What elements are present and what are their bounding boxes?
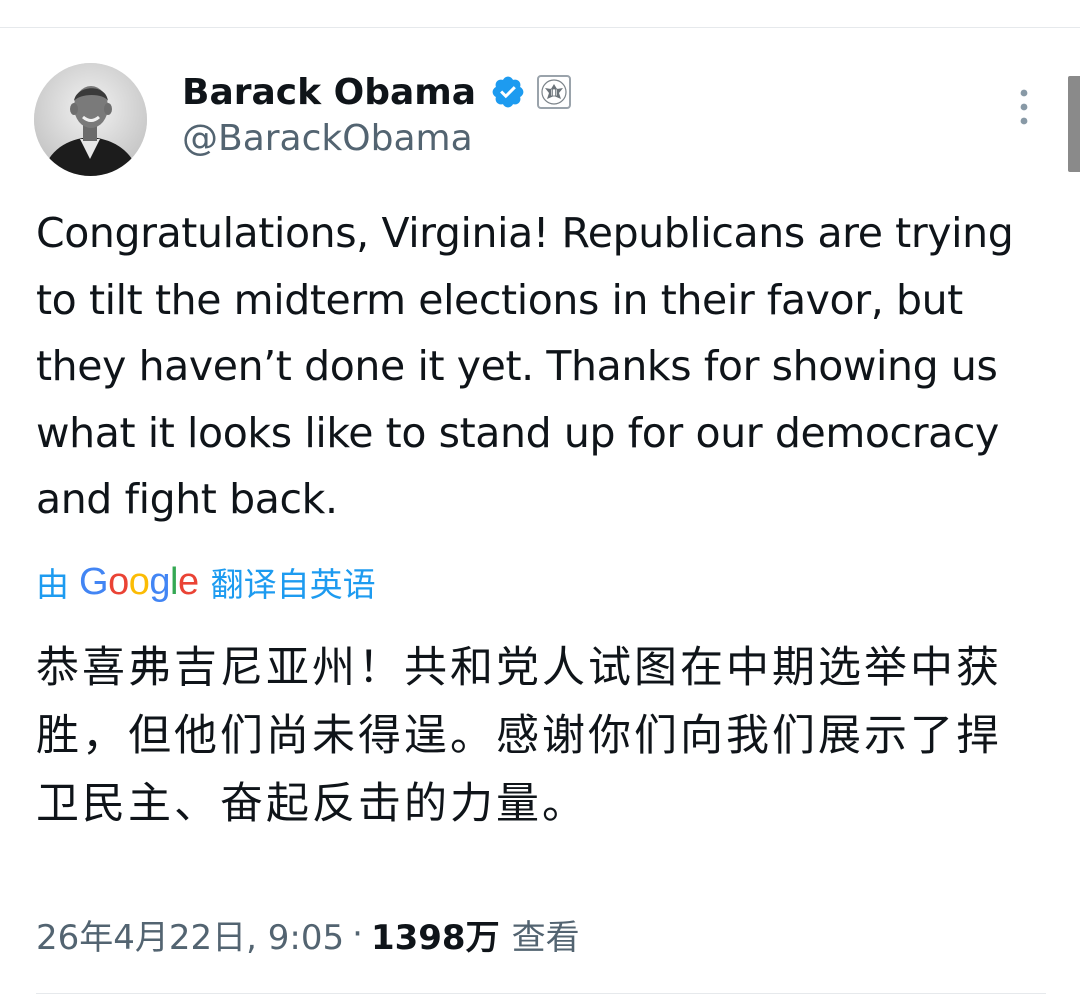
profile-photo-icon	[34, 63, 147, 176]
translated-by-label: 由	[36, 565, 69, 604]
government-seal-icon[interactable]	[537, 75, 572, 109]
top-divider	[0, 27, 1080, 28]
translation-attribution[interactable]: 由 Google 翻译自英语	[36, 558, 376, 606]
google-logo: Google	[79, 560, 199, 603]
views-label: 查看	[511, 917, 580, 958]
tweet-text: Congratulations, Virginia! Republicans a…	[36, 209, 1014, 523]
more-options-icon[interactable]	[1010, 85, 1038, 129]
author-handle[interactable]: @BarackObama	[182, 118, 473, 159]
tweet-meta: 26年4月22日, 9:05 · 1398万 查看	[36, 906, 580, 962]
meta-separator: ·	[352, 914, 363, 954]
bottom-divider	[36, 993, 1046, 994]
author-name-row: Barack Obama	[182, 64, 572, 120]
display-name[interactable]: Barack Obama	[182, 72, 476, 113]
scrollbar[interactable]	[1068, 76, 1080, 172]
views-count: 1398万	[370, 917, 500, 958]
avatar[interactable]	[34, 63, 147, 176]
translated-tweet-text: 恭喜弗吉尼亚州！共和党人试图在中期选举中获胜，但他们尚未得逞。感谢你们向我们展示…	[36, 643, 1002, 829]
tweet-timestamp[interactable]: 26年4月22日, 9:05	[36, 910, 344, 959]
translated-from-label: 翻译自英语	[210, 565, 376, 604]
verified-badge-icon[interactable]	[490, 74, 526, 110]
